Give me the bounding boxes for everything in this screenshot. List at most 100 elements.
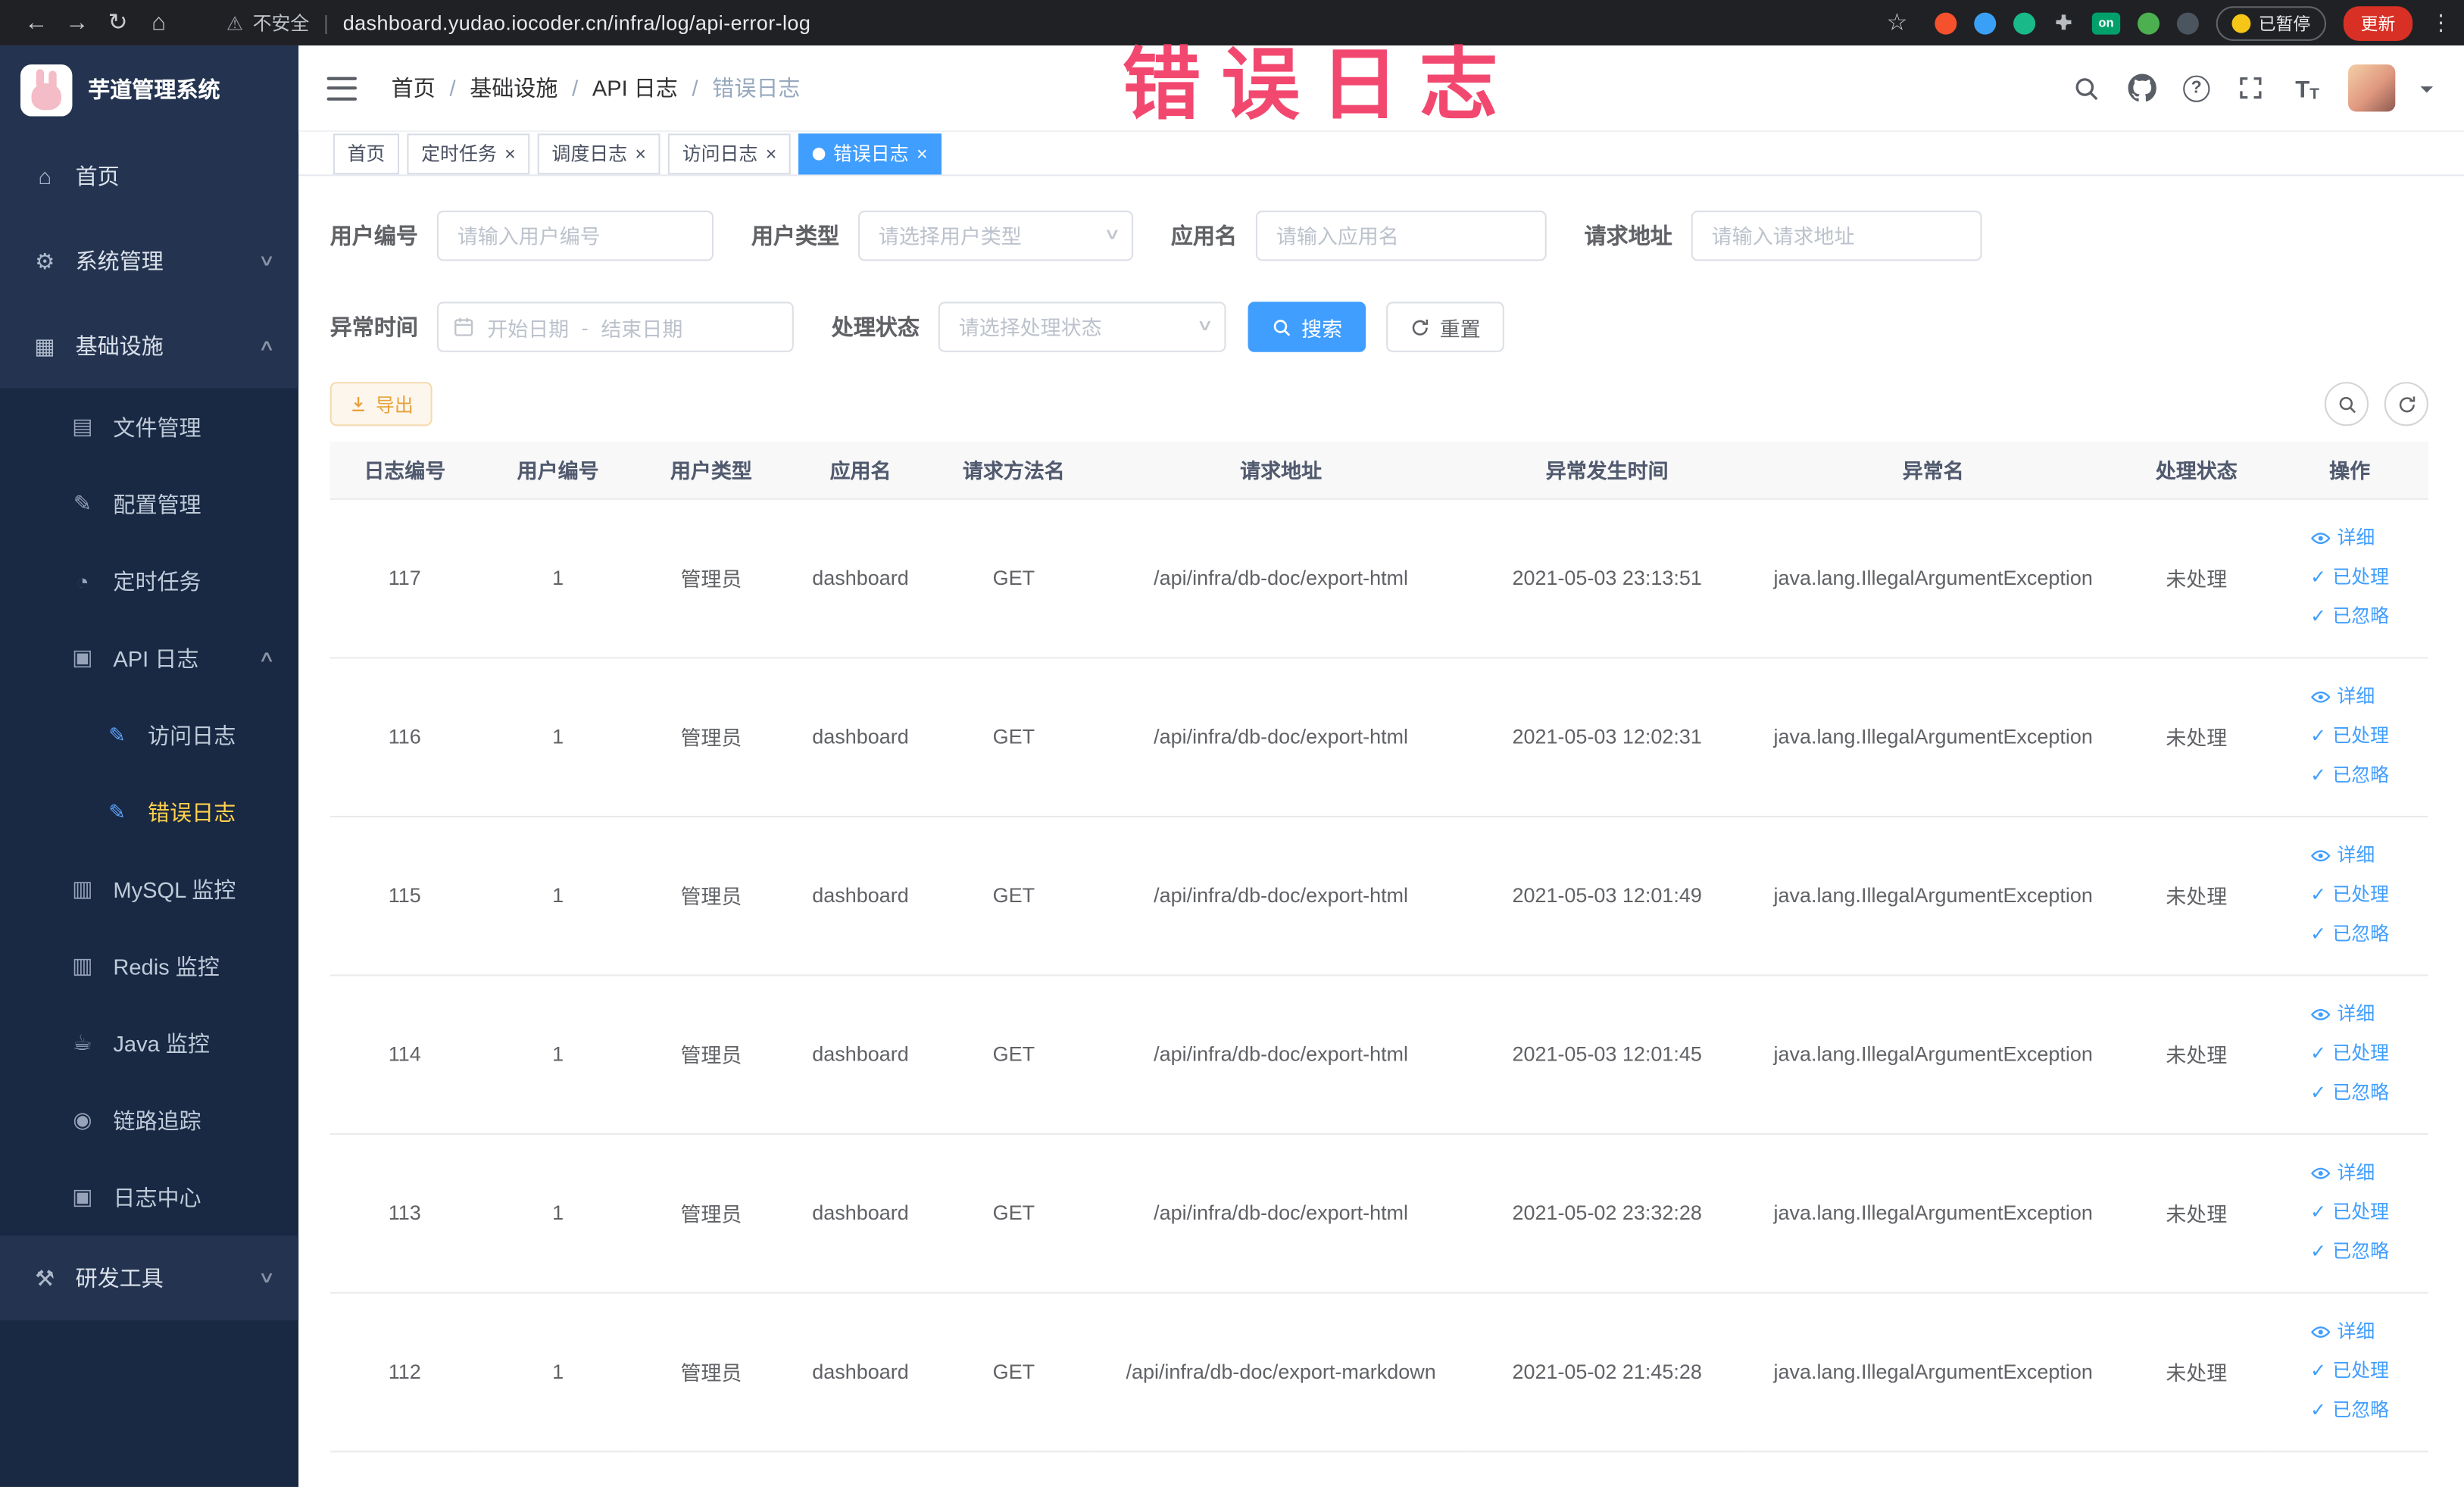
back-icon[interactable]: ← (16, 0, 57, 45)
close-icon[interactable]: × (504, 144, 516, 163)
forward-icon[interactable]: → (57, 0, 98, 45)
request-url-input[interactable] (1691, 211, 1982, 261)
cell-id: 117 (329, 498, 479, 658)
hamburger-icon[interactable] (326, 76, 358, 100)
chevron-down-icon[interactable] (2420, 86, 2434, 98)
sidebar-item-file[interactable]: ▤ 文件管理 (0, 389, 298, 466)
reload-icon[interactable]: ↻ (98, 0, 139, 45)
extension-icon[interactable] (1974, 11, 1997, 34)
sidebar-item-mysql[interactable]: ▥ MySQL 监控 (0, 851, 298, 928)
toggle-search-button[interactable] (2324, 382, 2369, 426)
close-icon[interactable]: × (917, 144, 928, 163)
help-icon[interactable]: ? (2183, 74, 2210, 102)
cell-method: GET (935, 498, 1093, 658)
sidebar-item-access-log[interactable]: ✎ 访问日志 (0, 696, 298, 773)
row-action-processed[interactable]: ✓ 已处理 (2310, 1352, 2389, 1392)
extension-icon[interactable] (1935, 11, 1957, 34)
bookmark-star-icon[interactable]: ☆ (1877, 0, 1918, 45)
row-action-ignored[interactable]: ✓ 已忽略 (2310, 915, 2389, 954)
row-action-processed[interactable]: ✓ 已处理 (2310, 717, 2389, 756)
row-action-detail[interactable]: 详细 (2310, 677, 2375, 717)
redis-monitor-icon: ▥ (72, 952, 93, 978)
update-button[interactable]: 更新 (2343, 5, 2413, 40)
row-action-processed[interactable]: ✓ 已处理 (2310, 1193, 2389, 1232)
chevron-down-icon: ∨ (1195, 317, 1213, 335)
sidebar-item-api-log[interactable]: ▣ API 日志 ∧ (0, 620, 298, 697)
check-icon: ✓ (2310, 724, 2327, 747)
url-text[interactable]: dashboard.yudao.iocoder.cn/infra/log/api… (343, 11, 811, 35)
tab-调度日志[interactable]: 调度日志 × (537, 133, 661, 174)
paused-badge[interactable]: 已暂停 (2216, 5, 2326, 40)
tab-定时任务[interactable]: 定时任务 × (407, 133, 530, 174)
app-name-input[interactable] (1255, 211, 1547, 261)
extension-icon[interactable] (2138, 11, 2160, 34)
table-toolbar: 导出 (329, 382, 2428, 426)
cell-id: 116 (329, 657, 479, 817)
tab-错误日志[interactable]: 错误日志 × (798, 133, 942, 174)
calendar-icon (453, 316, 475, 338)
refresh-button[interactable] (2384, 382, 2428, 426)
sidebar-item-system[interactable]: ⚙ 系统管理 ∨ (0, 218, 299, 304)
github-icon[interactable] (2126, 72, 2158, 103)
error-log-icon: ✎ (108, 799, 126, 823)
row-action-ignored[interactable]: ✓ 已忽略 (2310, 1391, 2389, 1430)
breadcrumb-item[interactable]: API 日志 (592, 72, 678, 103)
extension-on-badge[interactable]: on (2091, 11, 2121, 34)
sidebar-item-trace[interactable]: ◉ 链路追踪 (0, 1082, 298, 1159)
sidebar-item-job[interactable]: ◔ 定时任务 (0, 542, 298, 620)
row-action-detail[interactable]: 详细 (2310, 995, 2375, 1034)
extension-icon[interactable] (2176, 11, 2199, 34)
breadcrumb-item[interactable]: 首页 (392, 72, 436, 103)
sidebar-item-redis[interactable]: ▥ Redis 监控 (0, 927, 298, 1004)
reset-button[interactable]: 重置 (1386, 301, 1504, 352)
browser-home-icon[interactable]: ⌂ (139, 0, 180, 45)
row-action-processed[interactable]: ✓ 已处理 (2310, 558, 2389, 598)
security-label[interactable]: 不安全 (253, 9, 310, 36)
check-icon: ✓ (2310, 1201, 2327, 1223)
fullscreen-icon[interactable] (2235, 72, 2267, 103)
search-icon[interactable] (2070, 72, 2102, 103)
chevron-down-icon: ∨ (257, 252, 275, 270)
sidebar-item-log-center[interactable]: ▣ 日志中心 (0, 1158, 298, 1236)
extension-icon[interactable] (2013, 11, 2036, 34)
sidebar-item-error-log[interactable]: ✎ 错误日志 (0, 773, 298, 851)
extensions-puzzle-icon[interactable] (2053, 12, 2075, 34)
row-action-detail[interactable]: 详细 (2310, 1313, 2375, 1352)
sidebar-menu: ⌂ 首页 ⚙ 系统管理 ∨ ▦ 基础设施 ∧ ▤ 文件管理 ✎ 配置管理 ◔ 定时任务 ▣ API 日志 ∧ ✎ 访… (0, 133, 299, 1487)
row-action-detail[interactable]: 详细 (2310, 836, 2375, 876)
user-avatar[interactable] (2348, 64, 2396, 112)
export-button[interactable]: 导出 (329, 382, 433, 426)
sidebar-item-config[interactable]: ✎ 配置管理 (0, 465, 298, 542)
sidebar-item-java[interactable]: ☕ Java 监控 (0, 1004, 298, 1082)
row-action-processed[interactable]: ✓ 已处理 (2310, 1034, 2389, 1073)
row-action-detail[interactable]: 详细 (2310, 519, 2375, 558)
row-action-ignored[interactable]: ✓ 已忽略 (2310, 598, 2389, 637)
sidebar-item-label: Redis 监控 (113, 953, 220, 979)
sidebar-item-dev-tools[interactable]: ⚒ 研发工具 ∨ (0, 1235, 299, 1320)
tab-首页[interactable]: 首页 (333, 133, 400, 174)
close-icon[interactable]: × (635, 144, 646, 163)
user-type-select[interactable] (857, 211, 1134, 261)
sidebar-item-infra[interactable]: ▦ 基础设施 ∧ (0, 303, 299, 389)
breadcrumb-item[interactable]: 基础设施 (470, 72, 557, 103)
sidebar-item-home[interactable]: ⌂ 首页 (0, 133, 299, 219)
breadcrumb: 首页 / 基础设施 / API 日志 / 错误日志 (392, 72, 801, 103)
date-range-picker[interactable]: 开始日期 - 结束日期 (436, 301, 794, 352)
row-action-detail[interactable]: 详细 (2310, 1154, 2375, 1193)
app-logo[interactable]: 芋道管理系统 (0, 45, 299, 134)
process-status-select[interactable] (938, 301, 1226, 352)
font-size-icon[interactable]: TT (2291, 72, 2323, 104)
cell-app: dashboard (785, 1292, 935, 1452)
column-header: 处理状态 (2122, 442, 2272, 499)
user-id-input[interactable] (436, 211, 714, 261)
row-action-ignored[interactable]: ✓ 已忽略 (2310, 756, 2389, 795)
row-action-ignored[interactable]: ✓ 已忽略 (2310, 1073, 2389, 1113)
row-action-ignored[interactable]: ✓ 已忽略 (2310, 1232, 2389, 1272)
search-button[interactable]: 搜索 (1248, 301, 1366, 352)
tab-访问日志[interactable]: 访问日志 × (668, 133, 791, 174)
column-header: 请求方法名 (935, 442, 1093, 499)
browser-menu-icon[interactable]: ⋮ (2430, 0, 2452, 45)
row-action-processed[interactable]: ✓ 已处理 (2310, 876, 2389, 915)
close-icon[interactable]: × (766, 144, 777, 163)
column-header: 异常发生时间 (1469, 442, 1745, 499)
